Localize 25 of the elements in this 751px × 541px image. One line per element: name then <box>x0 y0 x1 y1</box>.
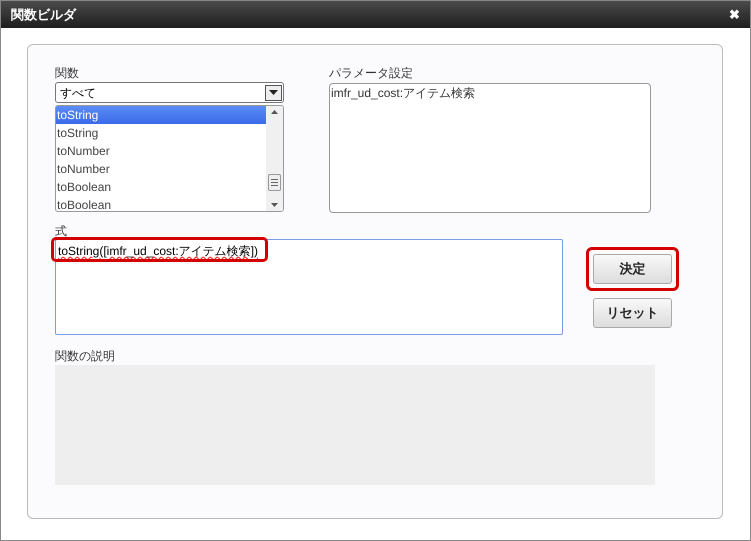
list-item[interactable]: toString <box>56 106 266 124</box>
expression-value: toString([imfr_ud_cost:アイテム検索]) <box>58 244 258 258</box>
field-label: 式 <box>55 223 68 239</box>
list-item[interactable]: toNumber <box>56 142 266 160</box>
category-dropdown[interactable]: すべて <box>55 82 284 103</box>
scrollbar[interactable] <box>266 106 283 211</box>
parameter-value: imfr_ud_cost:アイテム検索 <box>331 86 476 100</box>
field-label: 関数の説明 <box>55 348 116 365</box>
function-list[interactable]: toString toString toNumber toNumber toBoolean toBoolean <box>55 105 284 212</box>
scrollbar-thumb[interactable] <box>268 174 281 191</box>
window-title: 関数ビルダ <box>11 6 76 24</box>
close-button[interactable]: ✖ <box>729 8 740 21</box>
action-button[interactable]: 決定 <box>593 254 672 284</box>
field-label: 関数 <box>55 65 80 82</box>
list-item[interactable]: toNumber <box>56 160 266 178</box>
scroll-up-icon[interactable] <box>271 110 278 114</box>
list-item[interactable]: toBoolean <box>56 178 266 196</box>
dropdown-value: すべて <box>60 84 96 102</box>
list-item[interactable]: toString <box>56 124 266 142</box>
scroll-down-icon[interactable] <box>271 203 278 207</box>
parameter-field[interactable]: imfr_ud_cost:アイテム検索 <box>329 83 651 213</box>
expression-field[interactable]: toString([imfr_ud_cost:アイテム検索]) <box>55 239 563 335</box>
list-item[interactable]: toBoolean <box>56 196 266 211</box>
field-label: パラメータ設定 <box>329 65 414 82</box>
action-button[interactable]: リセット <box>593 298 672 328</box>
